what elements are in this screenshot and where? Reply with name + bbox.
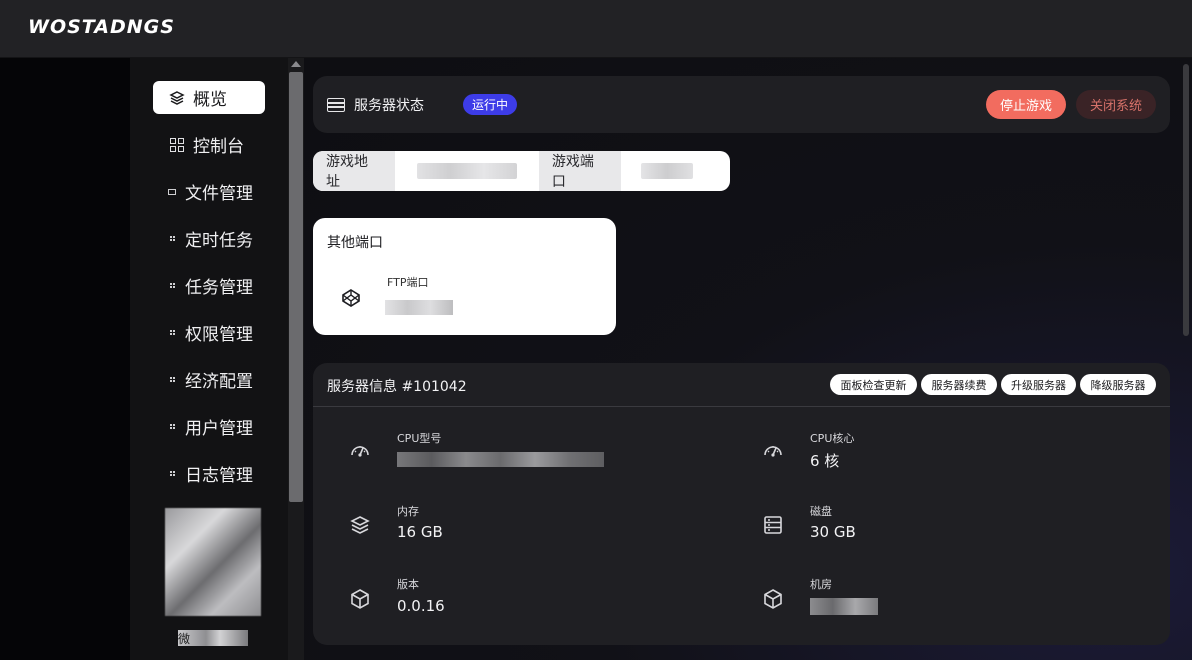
dots-icon (167, 236, 177, 241)
dots-icon (167, 377, 177, 382)
app-logo[interactable]: WOSTADNGS (28, 16, 175, 38)
upgrade-server-button[interactable]: 升级服务器 (1001, 374, 1076, 395)
top-bar: WOSTADNGS (0, 0, 1192, 58)
server-status-title: 服务器状态 (327, 95, 424, 115)
sidebar-item-label: 权限管理 (185, 325, 253, 345)
game-port-label: 游戏端口 (538, 151, 621, 191)
room-label: 机房 (810, 578, 832, 591)
divider (313, 406, 1170, 407)
sidebar-item-economy[interactable]: 经济配置 (153, 363, 265, 396)
avatar[interactable] (165, 508, 261, 616)
sidebar-item-label: 概览 (193, 90, 227, 110)
gauge-icon (351, 446, 369, 457)
disk-label: 磁盘 (810, 505, 832, 518)
ftp-port-value[interactable] (385, 300, 453, 315)
dots-icon (167, 424, 177, 429)
version-label: 版本 (397, 578, 419, 591)
layers-icon (165, 90, 189, 106)
game-address-card: 游戏地址 游戏端口 (313, 151, 730, 191)
box-icon (764, 589, 782, 609)
downgrade-server-button[interactable]: 降级服务器 (1080, 374, 1156, 395)
gauge-icon (764, 446, 782, 457)
memory-label: 内存 (397, 505, 419, 518)
game-address-label: 游戏地址 (313, 151, 395, 191)
sidebar-item-label: 经济配置 (185, 372, 253, 392)
renew-server-button[interactable]: 服务器续费 (921, 374, 997, 395)
main-scrollbar-thumb[interactable] (1183, 64, 1189, 336)
codepen-icon (342, 289, 360, 307)
version-value: 0.0.16 (397, 597, 445, 615)
sidebar-item-label: 控制台 (193, 137, 244, 157)
shutdown-system-button[interactable]: 关闭系统 (1076, 90, 1156, 119)
server-icon (764, 516, 782, 534)
sidebar-item-permissions[interactable]: 权限管理 (153, 316, 265, 349)
status-badge: 运行中 (463, 94, 518, 115)
layers-icon (350, 516, 370, 534)
memory-value: 16 GB (397, 523, 443, 541)
server-icon (327, 98, 345, 112)
game-port-value[interactable] (621, 151, 730, 191)
file-icon (167, 188, 177, 196)
sidebar-item-files[interactable]: 文件管理 (153, 175, 265, 208)
cpu-model-label: CPU型号 (397, 432, 442, 445)
server-info-title: 服务器信息 #101042 (327, 379, 467, 395)
dots-icon (167, 283, 177, 288)
sidebar-item-scheduled-tasks[interactable]: 定时任务 (153, 222, 265, 255)
sidebar-scrollbar-thumb[interactable] (289, 72, 303, 502)
other-ports-title: 其他端口 (327, 235, 383, 251)
sidebar-item-label: 任务管理 (185, 278, 253, 298)
scroll-up-arrow-icon[interactable] (291, 61, 301, 67)
sidebar-item-label: 定时任务 (185, 231, 253, 251)
dots-icon (167, 330, 177, 335)
stop-game-button[interactable]: 停止游戏 (986, 90, 1066, 119)
username: 微 (178, 630, 248, 646)
room-value (810, 598, 878, 615)
game-address-value[interactable] (395, 151, 539, 191)
check-update-button[interactable]: 面板检查更新 (830, 374, 917, 395)
grid-icon (165, 137, 189, 152)
sidebar-item-label: 日志管理 (185, 466, 253, 486)
sidebar-item-users[interactable]: 用户管理 (153, 410, 265, 443)
ftp-port-label: FTP端口 (387, 276, 429, 289)
sidebar-item-task-management[interactable]: 任务管理 (153, 269, 265, 302)
sidebar-item-label: 用户管理 (185, 419, 253, 439)
server-status-label: 服务器状态 (354, 98, 424, 114)
sidebar-item-overview[interactable]: 概览 (153, 81, 265, 114)
sidebar-item-logs[interactable]: 日志管理 (153, 457, 265, 490)
cpu-cores-value: 6 核 (810, 452, 840, 470)
cpu-cores-label: CPU核心 (810, 432, 855, 445)
box-icon (351, 589, 369, 609)
left-margin (0, 58, 130, 660)
cpu-model-value (397, 452, 604, 467)
disk-value: 30 GB (810, 523, 856, 541)
dots-icon (167, 471, 177, 476)
sidebar-item-label: 文件管理 (185, 184, 253, 204)
sidebar-item-console[interactable]: 控制台 (153, 128, 265, 161)
other-ports-card: 其他端口 FTP端口 (313, 218, 616, 335)
